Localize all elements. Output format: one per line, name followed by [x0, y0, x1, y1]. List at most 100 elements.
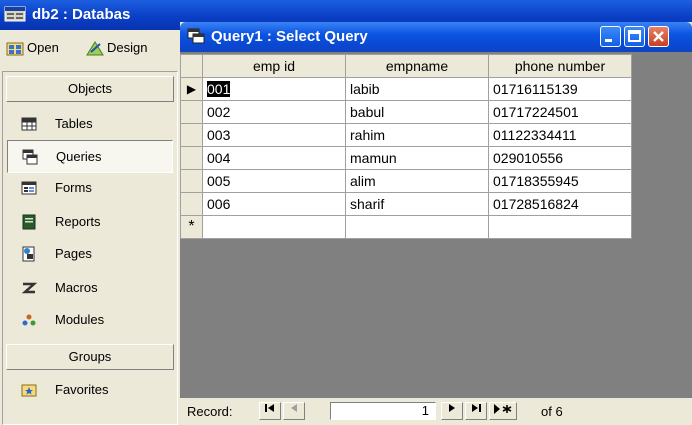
current-row-selector[interactable]: ▶: [180, 77, 203, 101]
new-record-button[interactable]: [489, 402, 517, 420]
cell-emp-id[interactable]: [202, 215, 346, 239]
new-row-selector[interactable]: *: [180, 215, 203, 239]
new-record-icon: [494, 404, 512, 414]
groups-header[interactable]: Groups: [6, 344, 174, 370]
sidebar-item-label: Tables: [55, 116, 93, 131]
query-icon: [22, 149, 38, 165]
query-window: Query1 : Select Query emp id empname pho…: [180, 22, 692, 425]
cell-phone[interactable]: 01122334411: [488, 123, 632, 147]
record-count: of 6: [541, 404, 563, 419]
row-selector[interactable]: [180, 169, 203, 193]
column-header-emp-id[interactable]: emp id: [202, 54, 346, 78]
cell-phone[interactable]: 01716115139: [488, 77, 632, 101]
cell-phone[interactable]: 029010556: [488, 146, 632, 170]
db-window-title: db2 : Databas: [32, 6, 131, 23]
sidebar-item-label: Reports: [55, 214, 101, 229]
module-icon: [22, 314, 36, 326]
record-label: Record:: [187, 404, 233, 419]
table-row: 003 rahim 01122334411: [180, 123, 632, 147]
table-row: 005 alim 01718355945: [180, 169, 632, 193]
sidebar-item-favorites[interactable]: Favorites: [9, 374, 169, 405]
design-icon: [86, 40, 104, 56]
table-row: ▶ 001 labib 01716115139: [180, 77, 632, 101]
cell-empname[interactable]: alim: [345, 169, 489, 193]
row-selector[interactable]: [180, 123, 203, 147]
table-row: 006 sharif 01728516824: [180, 192, 632, 216]
select-all-corner[interactable]: [180, 54, 203, 78]
cell-emp-id[interactable]: 003: [202, 123, 346, 147]
sidebar-item-macros[interactable]: Macros: [9, 272, 169, 303]
open-label: Open: [27, 40, 59, 56]
record-navigator: Record: 1 of 6: [180, 398, 692, 425]
cell-empname[interactable]: [345, 215, 489, 239]
object-sidebar: Objects Tables Queries Forms Reports Pag…: [0, 64, 180, 425]
cell-emp-id[interactable]: 006: [202, 192, 346, 216]
cell-emp-id[interactable]: 001: [202, 77, 346, 101]
table-row: 002 babul 01717224501: [180, 100, 632, 124]
column-header-phone-number[interactable]: phone number: [488, 54, 632, 78]
design-label: Design: [107, 40, 148, 56]
cell-empname[interactable]: sharif: [345, 192, 489, 216]
row-selector[interactable]: [180, 146, 203, 170]
maximize-button[interactable]: [624, 26, 645, 47]
current-record-input[interactable]: 1: [330, 402, 436, 420]
sidebar-item-forms[interactable]: Forms: [9, 172, 169, 203]
favorites-icon: [21, 384, 37, 397]
report-icon: [22, 214, 36, 230]
column-header-empname[interactable]: empname: [345, 54, 489, 78]
next-record-button[interactable]: [441, 402, 463, 420]
cell-emp-id[interactable]: 005: [202, 169, 346, 193]
sidebar-item-tables[interactable]: Tables: [9, 108, 169, 139]
database-window-icon: [4, 6, 26, 22]
db-toolbar: Open Design: [0, 30, 180, 64]
sidebar-item-modules[interactable]: Modules: [9, 304, 169, 335]
objects-header[interactable]: Objects: [6, 76, 174, 102]
previous-record-icon: [291, 404, 297, 412]
query-datasheet-area: emp id empname phone number ▶ 001 labib …: [180, 52, 692, 425]
row-selector[interactable]: [180, 192, 203, 216]
cell-empname[interactable]: rahim: [345, 123, 489, 147]
next-record-icon: [449, 404, 455, 412]
sidebar-item-label: Pages: [55, 246, 92, 261]
table-icon: [21, 117, 37, 131]
query-window-titlebar[interactable]: Query1 : Select Query: [180, 22, 692, 52]
query-window-icon: [187, 28, 205, 44]
cell-empname[interactable]: babul: [345, 100, 489, 124]
sidebar-item-reports[interactable]: Reports: [9, 206, 169, 237]
cell-phone[interactable]: 01728516824: [488, 192, 632, 216]
minimize-button[interactable]: [600, 26, 621, 47]
macro-icon: [21, 282, 37, 294]
cell-empname[interactable]: labib: [345, 77, 489, 101]
minimize-icon: [605, 39, 612, 42]
maximize-icon: [628, 30, 641, 42]
table-row: 004 mamun 029010556: [180, 146, 632, 170]
cell-phone[interactable]: [488, 215, 632, 239]
cell-phone[interactable]: 01718355945: [488, 169, 632, 193]
first-record-button[interactable]: [259, 402, 281, 420]
sidebar-item-label: Modules: [55, 312, 105, 327]
cell-text: 001: [207, 81, 231, 97]
open-button[interactable]: Open: [6, 39, 59, 56]
sidebar-item-label: Favorites: [55, 382, 109, 397]
design-button[interactable]: Design: [86, 39, 147, 56]
cell-emp-id[interactable]: 002: [202, 100, 346, 124]
open-icon: [6, 42, 24, 56]
row-selector[interactable]: [180, 100, 203, 124]
form-icon: [21, 181, 37, 195]
last-record-button[interactable]: [465, 402, 487, 420]
sidebar-item-queries[interactable]: Queries: [7, 140, 173, 173]
object-panel: Objects Tables Queries Forms Reports Pag…: [2, 71, 178, 425]
previous-record-button[interactable]: [283, 402, 305, 420]
sidebar-item-pages[interactable]: Pages: [9, 238, 169, 269]
page-icon: [22, 246, 35, 262]
cell-emp-id[interactable]: 004: [202, 146, 346, 170]
datasheet-grid: emp id empname phone number ▶ 001 labib …: [180, 54, 632, 239]
close-button[interactable]: [648, 26, 669, 47]
sidebar-item-label: Forms: [55, 180, 92, 195]
cell-phone[interactable]: 01717224501: [488, 100, 632, 124]
sidebar-item-label: Macros: [55, 280, 98, 295]
header-row: emp id empname phone number: [180, 54, 632, 78]
query-window-title: Query1 : Select Query: [211, 28, 368, 45]
cell-empname[interactable]: mamun: [345, 146, 489, 170]
close-icon: [653, 31, 664, 42]
